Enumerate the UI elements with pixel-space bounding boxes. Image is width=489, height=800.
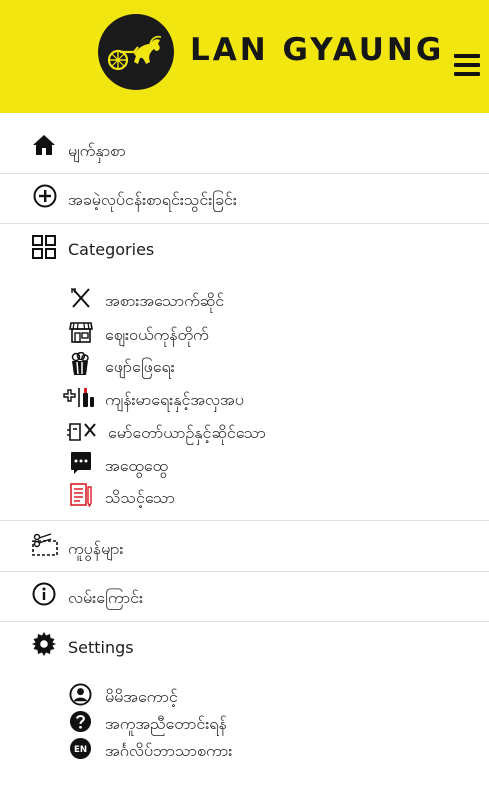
grid-icon — [32, 235, 56, 259]
category-item-label: မော်တော်ယာဥ်နှင့်ဆိုင်သော — [108, 423, 266, 442]
home-icon — [33, 135, 55, 155]
language-badge-text: EN — [74, 745, 87, 755]
settings-item-account[interactable]: မိမိအကောင့် — [0, 681, 489, 709]
category-item-label: သိသင့်သော — [105, 488, 175, 507]
info-icon — [32, 582, 56, 606]
hamburger-line — [454, 54, 480, 58]
menu-item-categories[interactable]: Categories — [0, 226, 489, 270]
settings-item-label: အင်္ဂလိပ်ဘာသာစကား — [105, 741, 233, 760]
category-item-label: အထွေထွေ — [105, 456, 168, 475]
gear-icon — [32, 632, 56, 656]
help-icon — [69, 710, 92, 733]
category-item-food[interactable]: အစားအသောက်ဆိုင် — [0, 285, 489, 313]
menu-item-add-listing[interactable]: အခမဲ့လုပ်ငန်းစာရင်းသွင်းခြင်း — [0, 176, 489, 222]
category-item-label: ဈေးဝယ်ကုန်တိုက် — [105, 325, 209, 344]
menu-item-about[interactable]: လမ်းကြောင်း — [0, 574, 489, 620]
category-item-label: ကျန်းမာရေးနှင့်အလှအပ — [105, 390, 244, 409]
brand-name: LAN GYAUNG — [190, 32, 445, 68]
divider — [0, 621, 489, 622]
menu-item-settings[interactable]: Settings — [0, 624, 489, 668]
divider — [0, 520, 489, 521]
settings-item-label: မိမိအကောင့် — [105, 687, 178, 706]
car-tools-icon — [67, 423, 96, 441]
menu-item-coupons[interactable]: ကူပွန်များ — [0, 524, 489, 570]
menu-item-label: Settings — [68, 638, 134, 657]
menu-item-label: ကူပွန်များ — [68, 539, 124, 558]
app-header: LAN GYAUNG — [0, 0, 489, 113]
plus-circle-icon — [33, 184, 57, 208]
hamburger-line — [454, 72, 480, 76]
brand-logo[interactable] — [98, 14, 174, 90]
category-item-label: အစားအသောက်ဆိုင် — [105, 291, 225, 310]
user-account-icon — [69, 683, 92, 706]
language-en-icon: EN — [69, 737, 92, 760]
menu-item-label: အခမဲ့လုပ်ငန်းစာရင်းသွင်းခြင်း — [68, 190, 237, 209]
settings-item-language[interactable]: EN အင်္ဂလိပ်ဘာသာစကား — [0, 735, 489, 763]
category-item-automotive[interactable]: မော်တော်ယာဥ်နှင့်ဆိုင်သော — [0, 417, 489, 445]
divider — [0, 223, 489, 224]
settings-item-label: အကူအညီတောင်းရန် — [105, 714, 227, 733]
store-icon — [69, 322, 93, 343]
menu-item-label: Categories — [68, 240, 155, 259]
menu-item-label: မျက်နှာစာ — [68, 141, 126, 160]
utensils-icon — [71, 288, 90, 308]
menu-item-label: လမ်းကြောင်း — [68, 588, 144, 607]
document-icon — [70, 483, 92, 507]
divider — [0, 173, 489, 174]
popcorn-icon — [71, 352, 89, 375]
chat-dots-icon — [71, 452, 91, 474]
coupon-scissors-icon — [32, 533, 58, 556]
category-item-shopping[interactable]: ဈေးဝယ်ကုန်တိုက် — [0, 318, 489, 346]
category-item-general[interactable]: အထွေထွေ — [0, 450, 489, 478]
category-item-entertainment[interactable]: ဖျော်ဖြေရေး — [0, 351, 489, 379]
menu-item-home[interactable]: မျက်နှာစာ — [0, 128, 489, 172]
hamburger-menu-button[interactable] — [454, 52, 482, 78]
category-item-health-beauty[interactable]: ကျန်းမာရေးနှင့်အလှအပ — [0, 384, 489, 412]
divider — [0, 571, 489, 572]
hamburger-line — [454, 63, 480, 67]
horse-cart-logo-icon — [107, 35, 162, 71]
health-beauty-icon — [63, 388, 94, 407]
settings-item-help[interactable]: အကူအညီတောင်းရန် — [0, 708, 489, 736]
category-item-knowledge[interactable]: သိသင့်သော — [0, 482, 489, 510]
category-item-label: ဖျော်ဖြေရေး — [105, 357, 175, 376]
